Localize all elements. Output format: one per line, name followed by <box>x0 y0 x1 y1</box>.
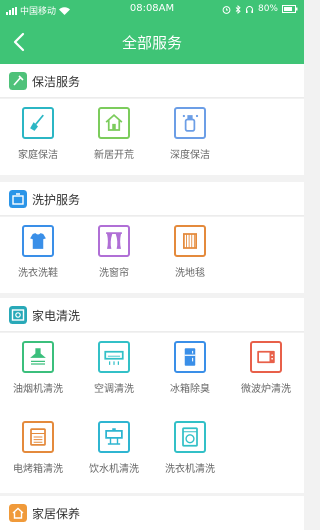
service-label: 家庭保洁 <box>18 150 58 161</box>
service-item-curtain-cleaning[interactable]: 洗窗帘 <box>76 217 152 293</box>
service-label: 空调清洗 <box>94 384 134 395</box>
service-label: 饮水机清洗 <box>89 464 139 475</box>
service-item-laundry-shoes[interactable]: 洗衣洗鞋 <box>0 217 76 293</box>
appliance-grid: 油烟机清洗 空调清洗 冰箱除臭 微波炉清洗 电烤箱清洗 饮水机清洗 洗衣机清洗 <box>0 333 304 493</box>
home-maintenance-section-icon <box>9 504 27 522</box>
washing-machine-icon <box>174 421 206 453</box>
service-item-home-cleaning[interactable]: 家庭保洁 <box>0 99 76 175</box>
service-label: 冰箱除臭 <box>170 384 210 395</box>
section-header-laundry: 洗护服务 <box>0 182 304 216</box>
service-label: 油烟机清洗 <box>13 384 63 395</box>
headset-icon <box>245 5 253 13</box>
service-label: 新居开荒 <box>94 150 134 161</box>
service-label: 洗窗帘 <box>99 268 129 279</box>
service-item-microwave[interactable]: 微波炉清洗 <box>228 333 304 409</box>
service-item-fridge[interactable]: 冰箱除臭 <box>152 333 228 409</box>
service-label: 微波炉清洗 <box>241 384 291 395</box>
section-header-appliance: 家电清洗 <box>0 298 304 332</box>
section-header-cleaning: 保洁服务 <box>0 64 304 98</box>
service-item-water-dispenser[interactable]: 饮水机清洗 <box>76 413 152 489</box>
back-button[interactable] <box>6 28 34 56</box>
carpet-icon <box>174 225 206 257</box>
service-item-oven[interactable]: 电烤箱清洗 <box>0 413 76 489</box>
spray-bottle-icon <box>174 107 206 139</box>
service-label: 洗衣机清洗 <box>165 464 215 475</box>
cleaning-grid: 家庭保洁 新居开荒 深度保洁 <box>0 99 304 175</box>
service-item-deep-cleaning[interactable]: 深度保洁 <box>152 99 228 175</box>
microwave-icon <box>250 341 282 373</box>
status-bar: 中国移动 08:08AM 80% <box>0 0 304 20</box>
service-item-air-conditioner[interactable]: 空调清洗 <box>76 333 152 409</box>
service-label: 深度保洁 <box>170 150 210 161</box>
battery-percent: 80% <box>257 4 278 14</box>
shirt-icon <box>22 225 54 257</box>
section-title: 洗护服务 <box>32 193 81 207</box>
alarm-icon <box>222 5 231 14</box>
laundry-grid: 洗衣洗鞋 洗窗帘 洗地毯 <box>0 217 304 293</box>
page-title: 全部服务 <box>121 34 182 52</box>
oven-icon <box>22 421 54 453</box>
section-title: 家居保养 <box>32 507 81 521</box>
status-right: 80% <box>222 4 298 14</box>
section-title: 家电清洗 <box>32 309 81 323</box>
service-label: 洗地毯 <box>175 268 205 279</box>
range-hood-icon <box>22 341 54 373</box>
service-item-washing-machine[interactable]: 洗衣机清洗 <box>152 413 228 489</box>
house-icon <box>98 107 130 139</box>
battery-icon <box>282 5 298 13</box>
section-header-home-maintenance: 家居保养 <box>0 496 304 530</box>
cleaning-section-icon <box>9 72 27 90</box>
appliance-section-icon <box>9 306 27 324</box>
water-dispenser-icon <box>98 421 130 453</box>
service-item-new-home-cleaning[interactable]: 新居开荒 <box>76 99 152 175</box>
section-title: 保洁服务 <box>32 75 81 89</box>
service-label: 电烤箱清洗 <box>13 464 63 475</box>
laundry-section-icon <box>9 190 27 208</box>
service-item-carpet-cleaning[interactable]: 洗地毯 <box>152 217 228 293</box>
air-conditioner-icon <box>98 341 130 373</box>
fridge-icon <box>174 341 206 373</box>
curtain-icon <box>98 225 130 257</box>
service-item-range-hood[interactable]: 油烟机清洗 <box>0 333 76 409</box>
nav-bar: 全部服务 <box>0 20 304 64</box>
bluetooth-icon <box>235 4 241 14</box>
service-label: 洗衣洗鞋 <box>18 268 58 279</box>
broom-icon <box>22 107 54 139</box>
